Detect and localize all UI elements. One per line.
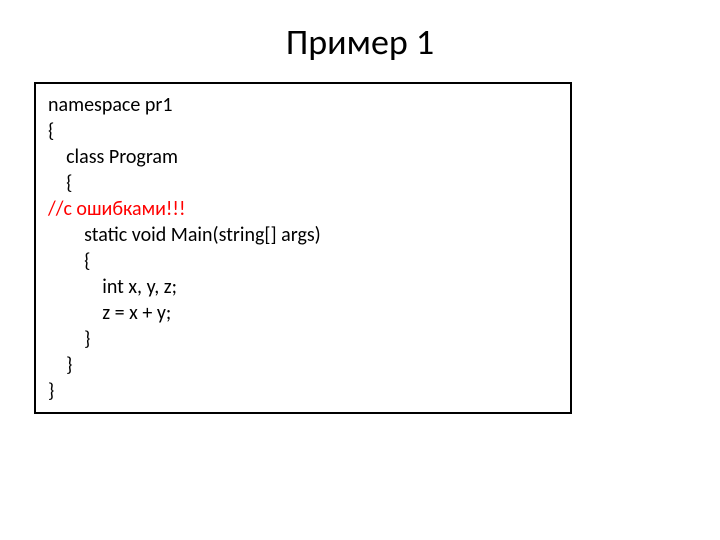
code-line: class Program — [48, 144, 558, 170]
code-line: { — [48, 248, 558, 274]
code-line: namespace pr1 — [48, 92, 558, 118]
code-line: static void Main(string[] args) — [48, 222, 558, 248]
code-line: { — [48, 170, 558, 196]
code-line: } — [48, 326, 558, 352]
code-line: } — [48, 352, 558, 378]
code-line: } — [48, 378, 558, 404]
code-container: namespace pr1 { class Program { //с ошиб… — [34, 82, 572, 414]
slide-title: Пример 1 — [0, 0, 720, 82]
code-line: { — [48, 118, 558, 144]
code-line: int x, y, z; — [48, 274, 558, 300]
code-line: z = x + y; — [48, 300, 558, 326]
code-error-comment: //с ошибками!!! — [48, 196, 558, 222]
